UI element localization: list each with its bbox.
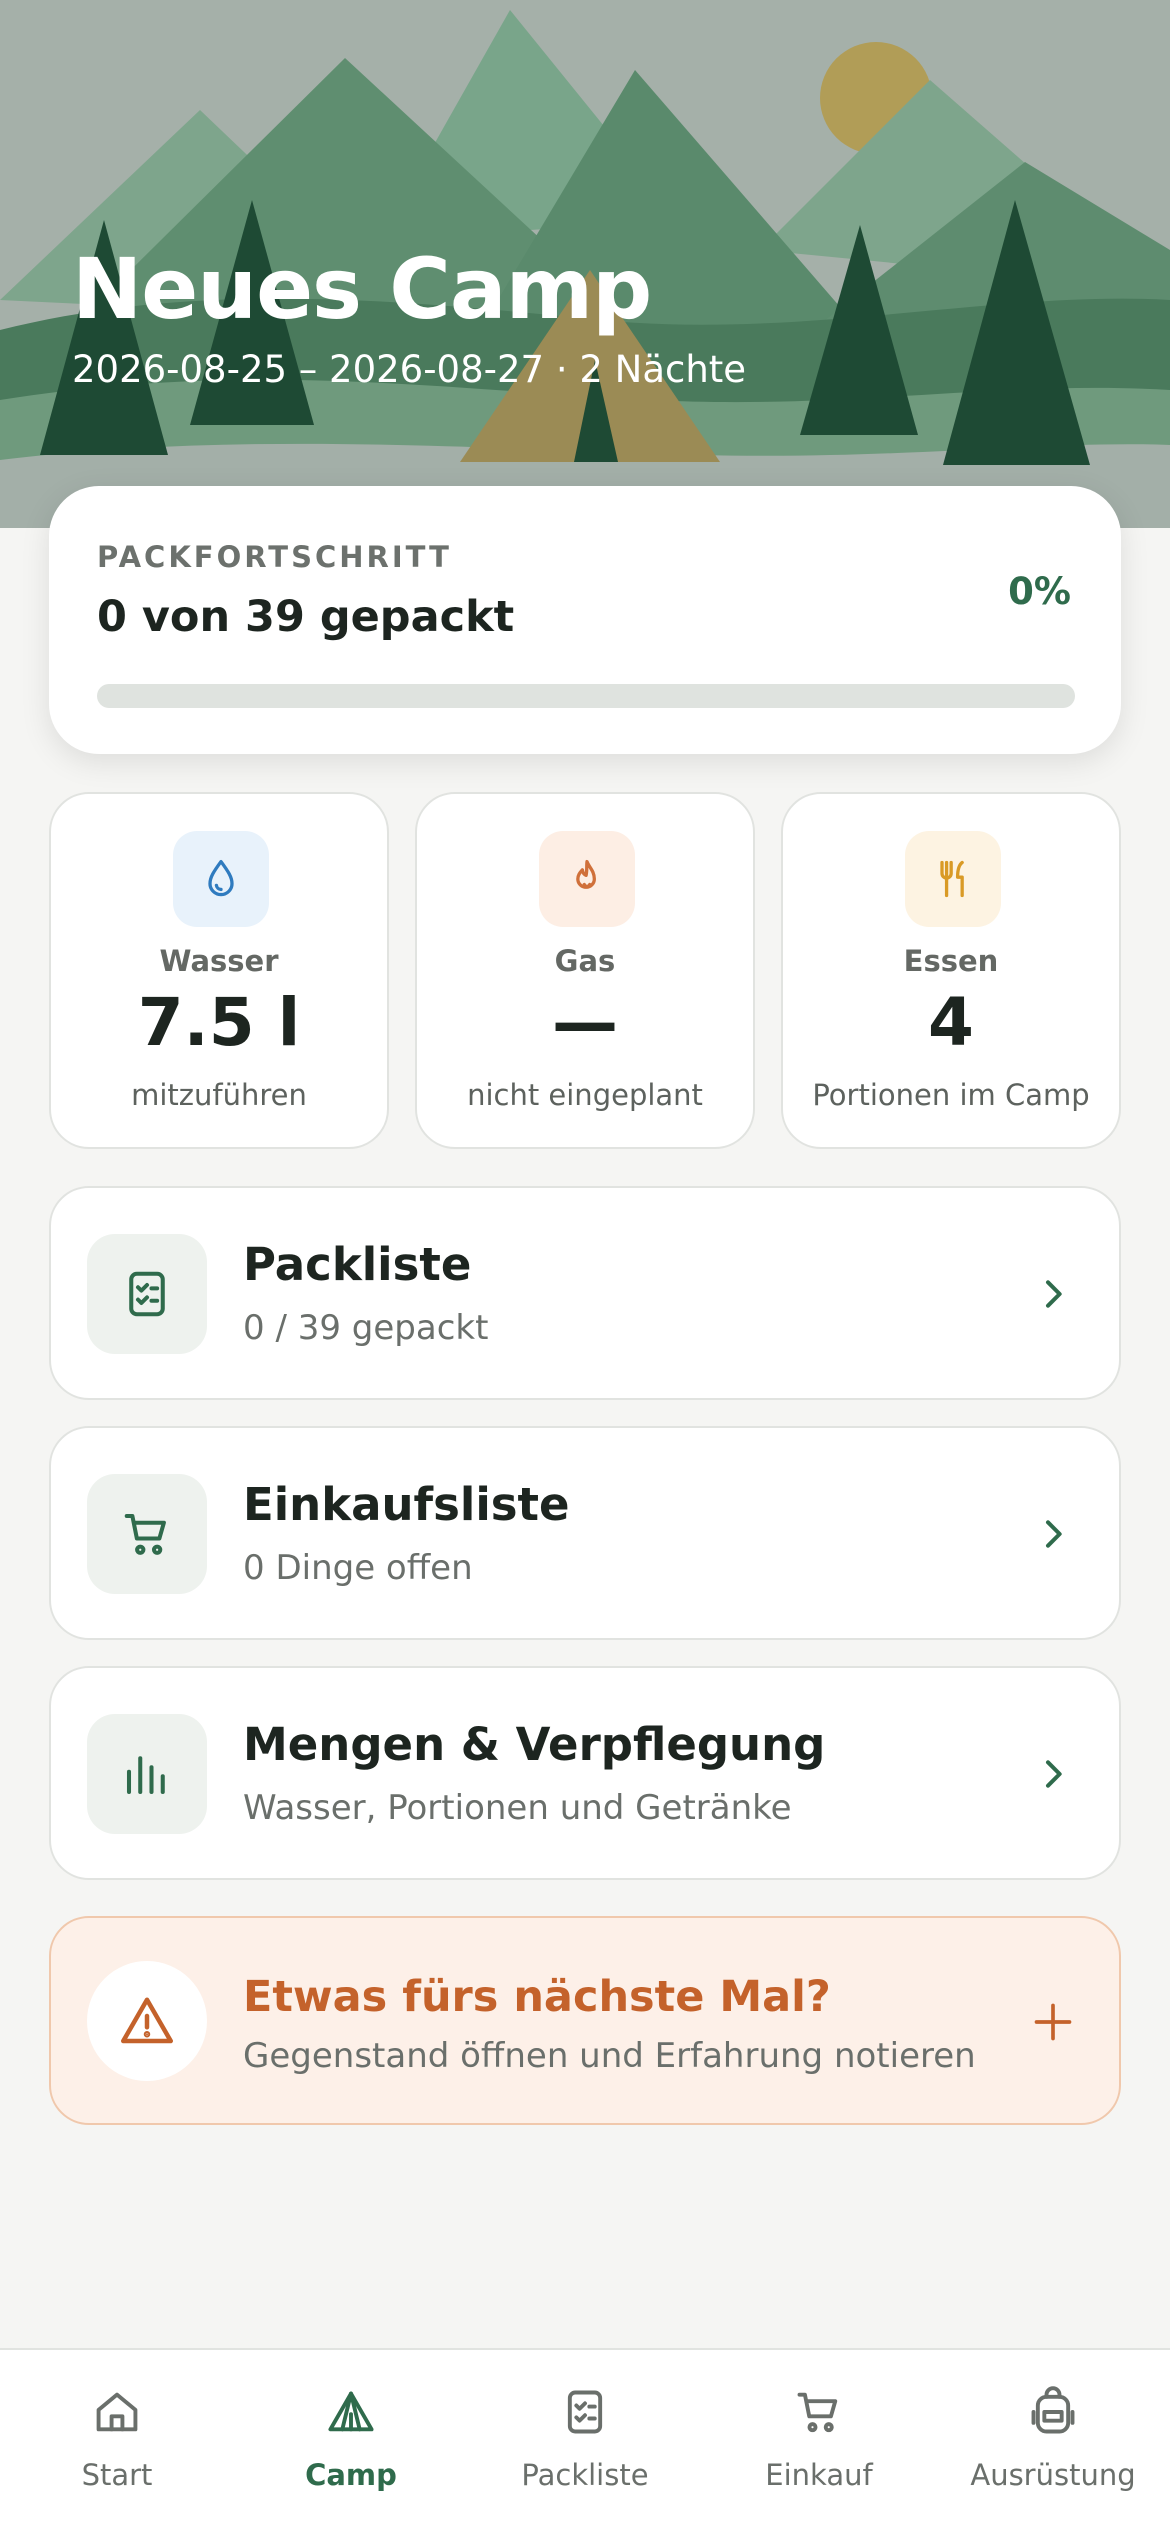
hero-banner: Neues Camp 2026-08-25 – 2026-08-27 · 2 N… <box>0 0 1170 528</box>
stat-description: mitzuführen <box>131 1078 307 1112</box>
tab-einkauf[interactable]: Einkauf <box>702 2350 936 2532</box>
pack-progress-card: PACKFORTSCHRITT 0 von 39 gepackt 0% <box>49 486 1121 754</box>
stat-value: 4 <box>928 984 974 1061</box>
camp-title: Neues Camp <box>72 240 652 338</box>
water-drop-icon <box>208 859 234 897</box>
plus-icon <box>1034 2003 1072 2041</box>
progress-text: 0 von 39 gepackt <box>97 592 515 642</box>
tab-label: Ausrüstung <box>970 2458 1136 2492</box>
camp-dates: 2026-08-25 – 2026-08-27 · 2 Nächte <box>72 348 747 391</box>
cart-icon <box>124 1513 166 1555</box>
flame-icon <box>576 859 596 889</box>
tab-start[interactable]: Start <box>0 2350 234 2532</box>
house-icon <box>96 2392 138 2432</box>
stat-card-water: Wasser 7.5 l mitzuführen <box>49 792 389 1149</box>
warning-triangle-icon <box>121 1997 173 2044</box>
tab-camp[interactable]: Camp <box>234 2350 468 2532</box>
backpack-icon <box>1031 2386 1075 2434</box>
tab-label: Einkauf <box>765 2458 873 2492</box>
stat-card-gas: Gas — nicht eingeplant <box>415 792 755 1149</box>
checklist-icon <box>567 2390 603 2434</box>
chevron-right-icon <box>1046 1760 1062 1788</box>
tab-label: Camp <box>305 2458 397 2492</box>
cart-icon <box>797 2392 838 2433</box>
chevron-right-icon <box>1046 1280 1062 1308</box>
nav-card-title: Einkaufsliste <box>243 1478 570 1531</box>
stat-description: nicht eingeplant <box>467 1078 703 1112</box>
nav-icon-box <box>87 1474 207 1594</box>
bar-chart-icon <box>126 1756 165 1795</box>
nav-card-subtitle: 0 Dinge offen <box>243 1548 473 1588</box>
nav-card-einkaufsliste[interactable]: Einkaufsliste 0 Dinge offen <box>49 1426 1121 1640</box>
stat-icon-box <box>173 831 269 927</box>
stat-label: Essen <box>903 944 999 978</box>
stat-label: Wasser <box>159 944 279 978</box>
progress-percent: 0% <box>1008 570 1071 613</box>
stat-description: Portionen im Camp <box>812 1078 1090 1112</box>
nav-card-subtitle: 0 / 39 gepackt <box>243 1308 489 1348</box>
tab-label: Packliste <box>521 2458 649 2492</box>
stat-value: 7.5 l <box>137 984 301 1061</box>
tip-icon-box <box>87 1961 207 2081</box>
tab-packliste[interactable]: Packliste <box>468 2350 702 2532</box>
stat-card-food: Essen 4 Portionen im Camp <box>781 792 1121 1149</box>
nav-icon-box <box>87 1714 207 1834</box>
nav-card-title: Mengen & Verpflegung <box>243 1718 826 1771</box>
progress-kicker: PACKFORTSCHRITT <box>97 540 452 574</box>
next-time-tip-card[interactable]: Etwas fürs nächste Mal? Gegenstand öffne… <box>49 1916 1121 2125</box>
fork-knife-icon <box>940 860 964 898</box>
tip-title: Etwas fürs nächste Mal? <box>243 1972 831 2022</box>
nav-card-mengen-verpflegung[interactable]: Mengen & Verpflegung Wasser, Portionen u… <box>49 1666 1121 1880</box>
bottom-tab-bar: Start Camp Packliste Einkauf Ausrüstung <box>0 2348 1170 2532</box>
stat-value: — <box>552 984 618 1061</box>
tent-icon <box>328 2391 374 2432</box>
chevron-right-icon <box>1046 1520 1062 1548</box>
nav-icon-box <box>87 1234 207 1354</box>
stat-icon-box <box>539 831 635 927</box>
stat-label: Gas <box>554 944 616 978</box>
stat-icon-box <box>905 831 1001 927</box>
checklist-icon <box>129 1271 165 1317</box>
nav-card-packliste[interactable]: Packliste 0 / 39 gepackt <box>49 1186 1121 1400</box>
nav-card-subtitle: Wasser, Portionen und Getränke <box>243 1788 792 1828</box>
tab-label: Start <box>81 2458 153 2492</box>
progress-bar <box>97 684 1075 708</box>
tab-ausruestung[interactable]: Ausrüstung <box>936 2350 1170 2532</box>
tip-subtitle: Gegenstand öffnen und Erfahrung notieren <box>243 2036 976 2076</box>
nav-card-title: Packliste <box>243 1238 472 1291</box>
